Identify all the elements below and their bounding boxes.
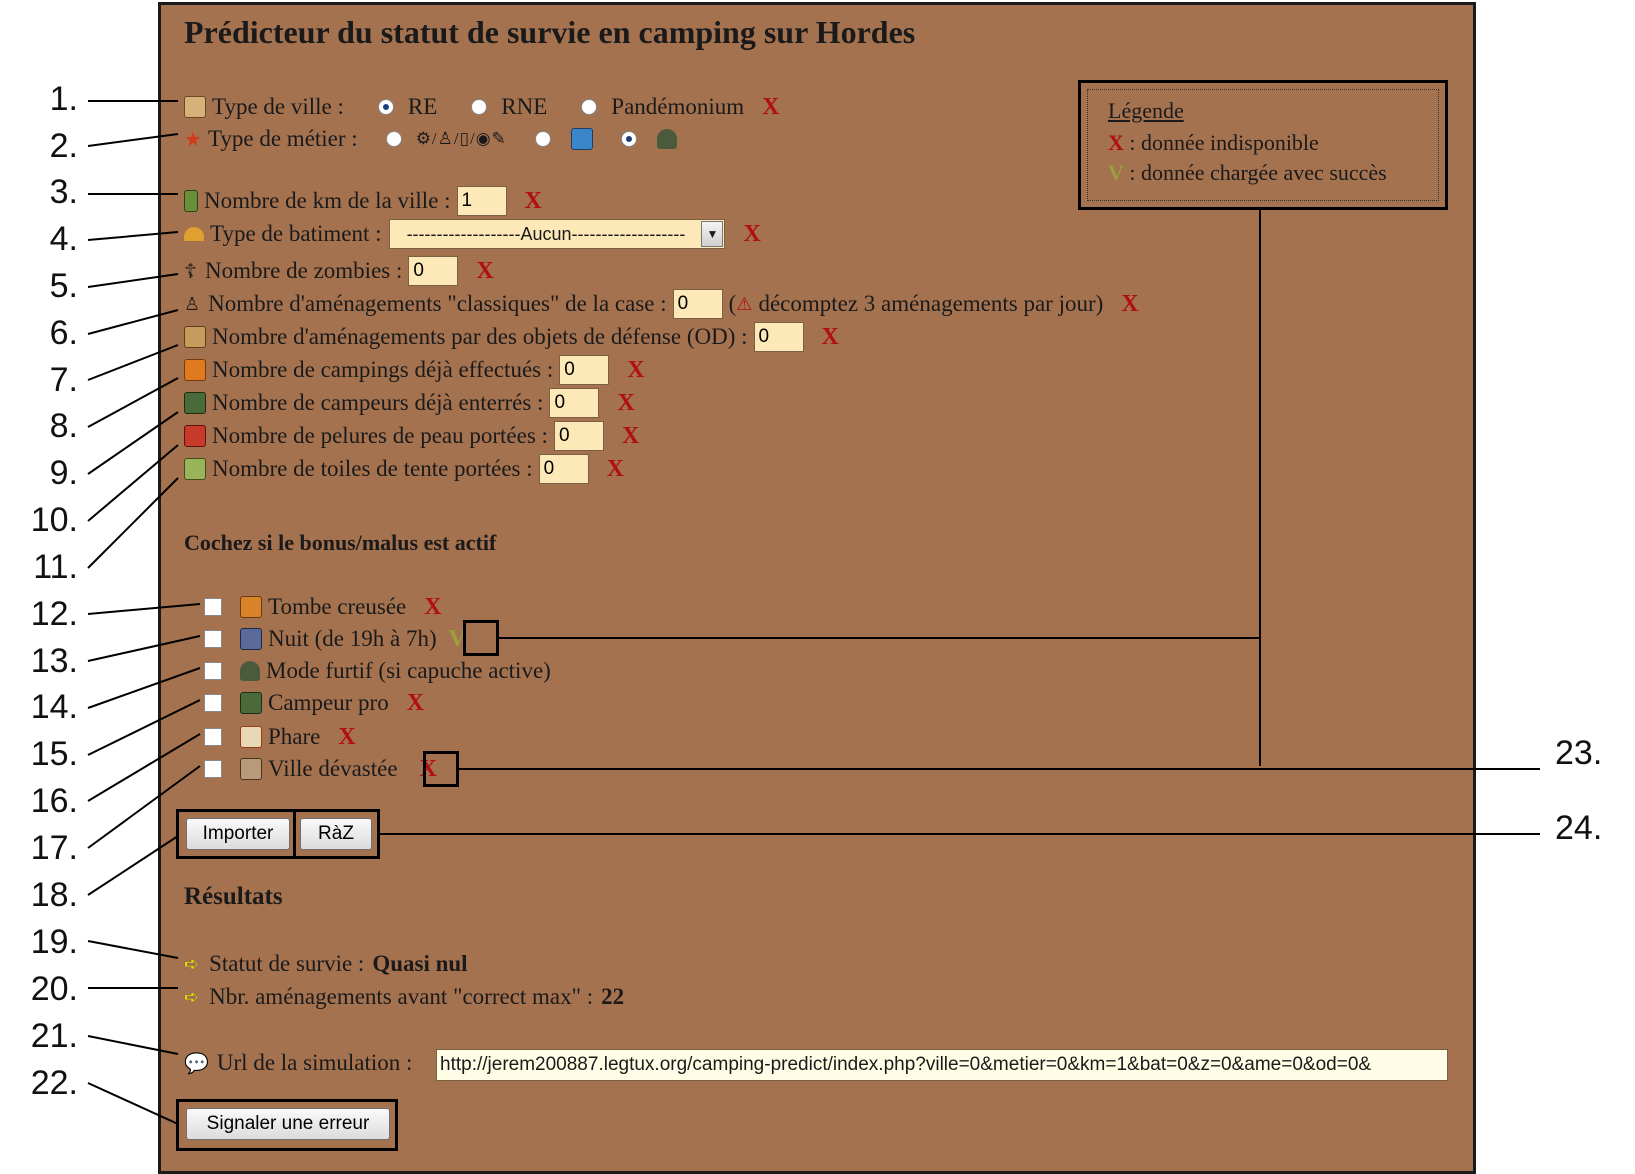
annotation-lines (87, 100, 1540, 1125)
